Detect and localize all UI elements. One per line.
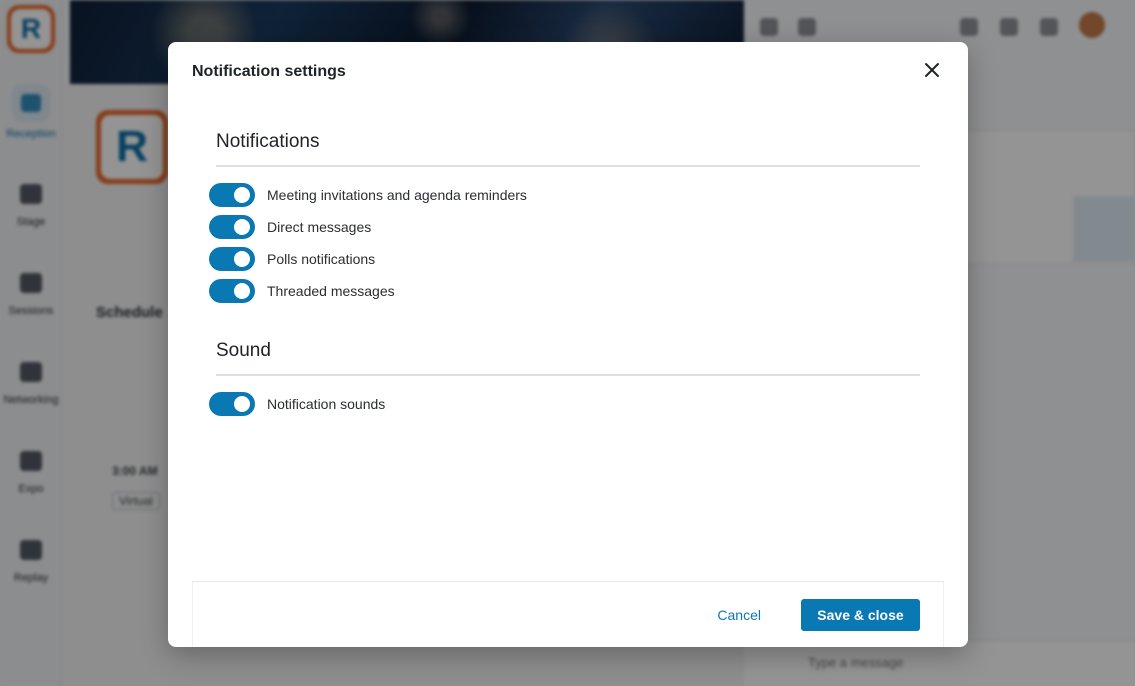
toggle-row-threaded-messages: Threaded messages [209, 279, 395, 303]
sound-section: Sound [216, 340, 920, 376]
toggle-label: Threaded messages [267, 283, 395, 299]
notification-settings-modal: Notification settings Notifications Meet… [168, 42, 968, 647]
toggle-polls-notifications[interactable] [209, 247, 255, 271]
toggle-row-meeting-invitations: Meeting invitations and agenda reminders [209, 183, 527, 207]
toggle-meeting-invitations[interactable] [209, 183, 255, 207]
toggle-label: Direct messages [267, 219, 372, 235]
toggle-label: Polls notifications [267, 251, 376, 267]
modal-title: Notification settings [192, 63, 346, 80]
toggle-notification-sounds[interactable] [209, 392, 255, 416]
toggle-label: Notification sounds [267, 396, 386, 412]
toggle-row-notification-sounds: Notification sounds [209, 392, 385, 416]
toggle-row-polls-notifications: Polls notifications [209, 247, 375, 271]
section-title: Sound [216, 340, 920, 376]
toggle-label: Meeting invitations and agenda reminders [267, 187, 527, 203]
close-button[interactable] [920, 58, 944, 82]
toggle-row-direct-messages: Direct messages [209, 215, 371, 239]
close-icon [925, 63, 939, 77]
modal-footer: Cancel Save & close [192, 581, 944, 647]
save-close-button[interactable]: Save & close [801, 599, 920, 631]
cancel-button[interactable]: Cancel [709, 599, 769, 631]
toggle-direct-messages[interactable] [209, 215, 255, 239]
notifications-section: Notifications [216, 131, 920, 167]
toggle-threaded-messages[interactable] [209, 279, 255, 303]
section-title: Notifications [216, 131, 920, 167]
